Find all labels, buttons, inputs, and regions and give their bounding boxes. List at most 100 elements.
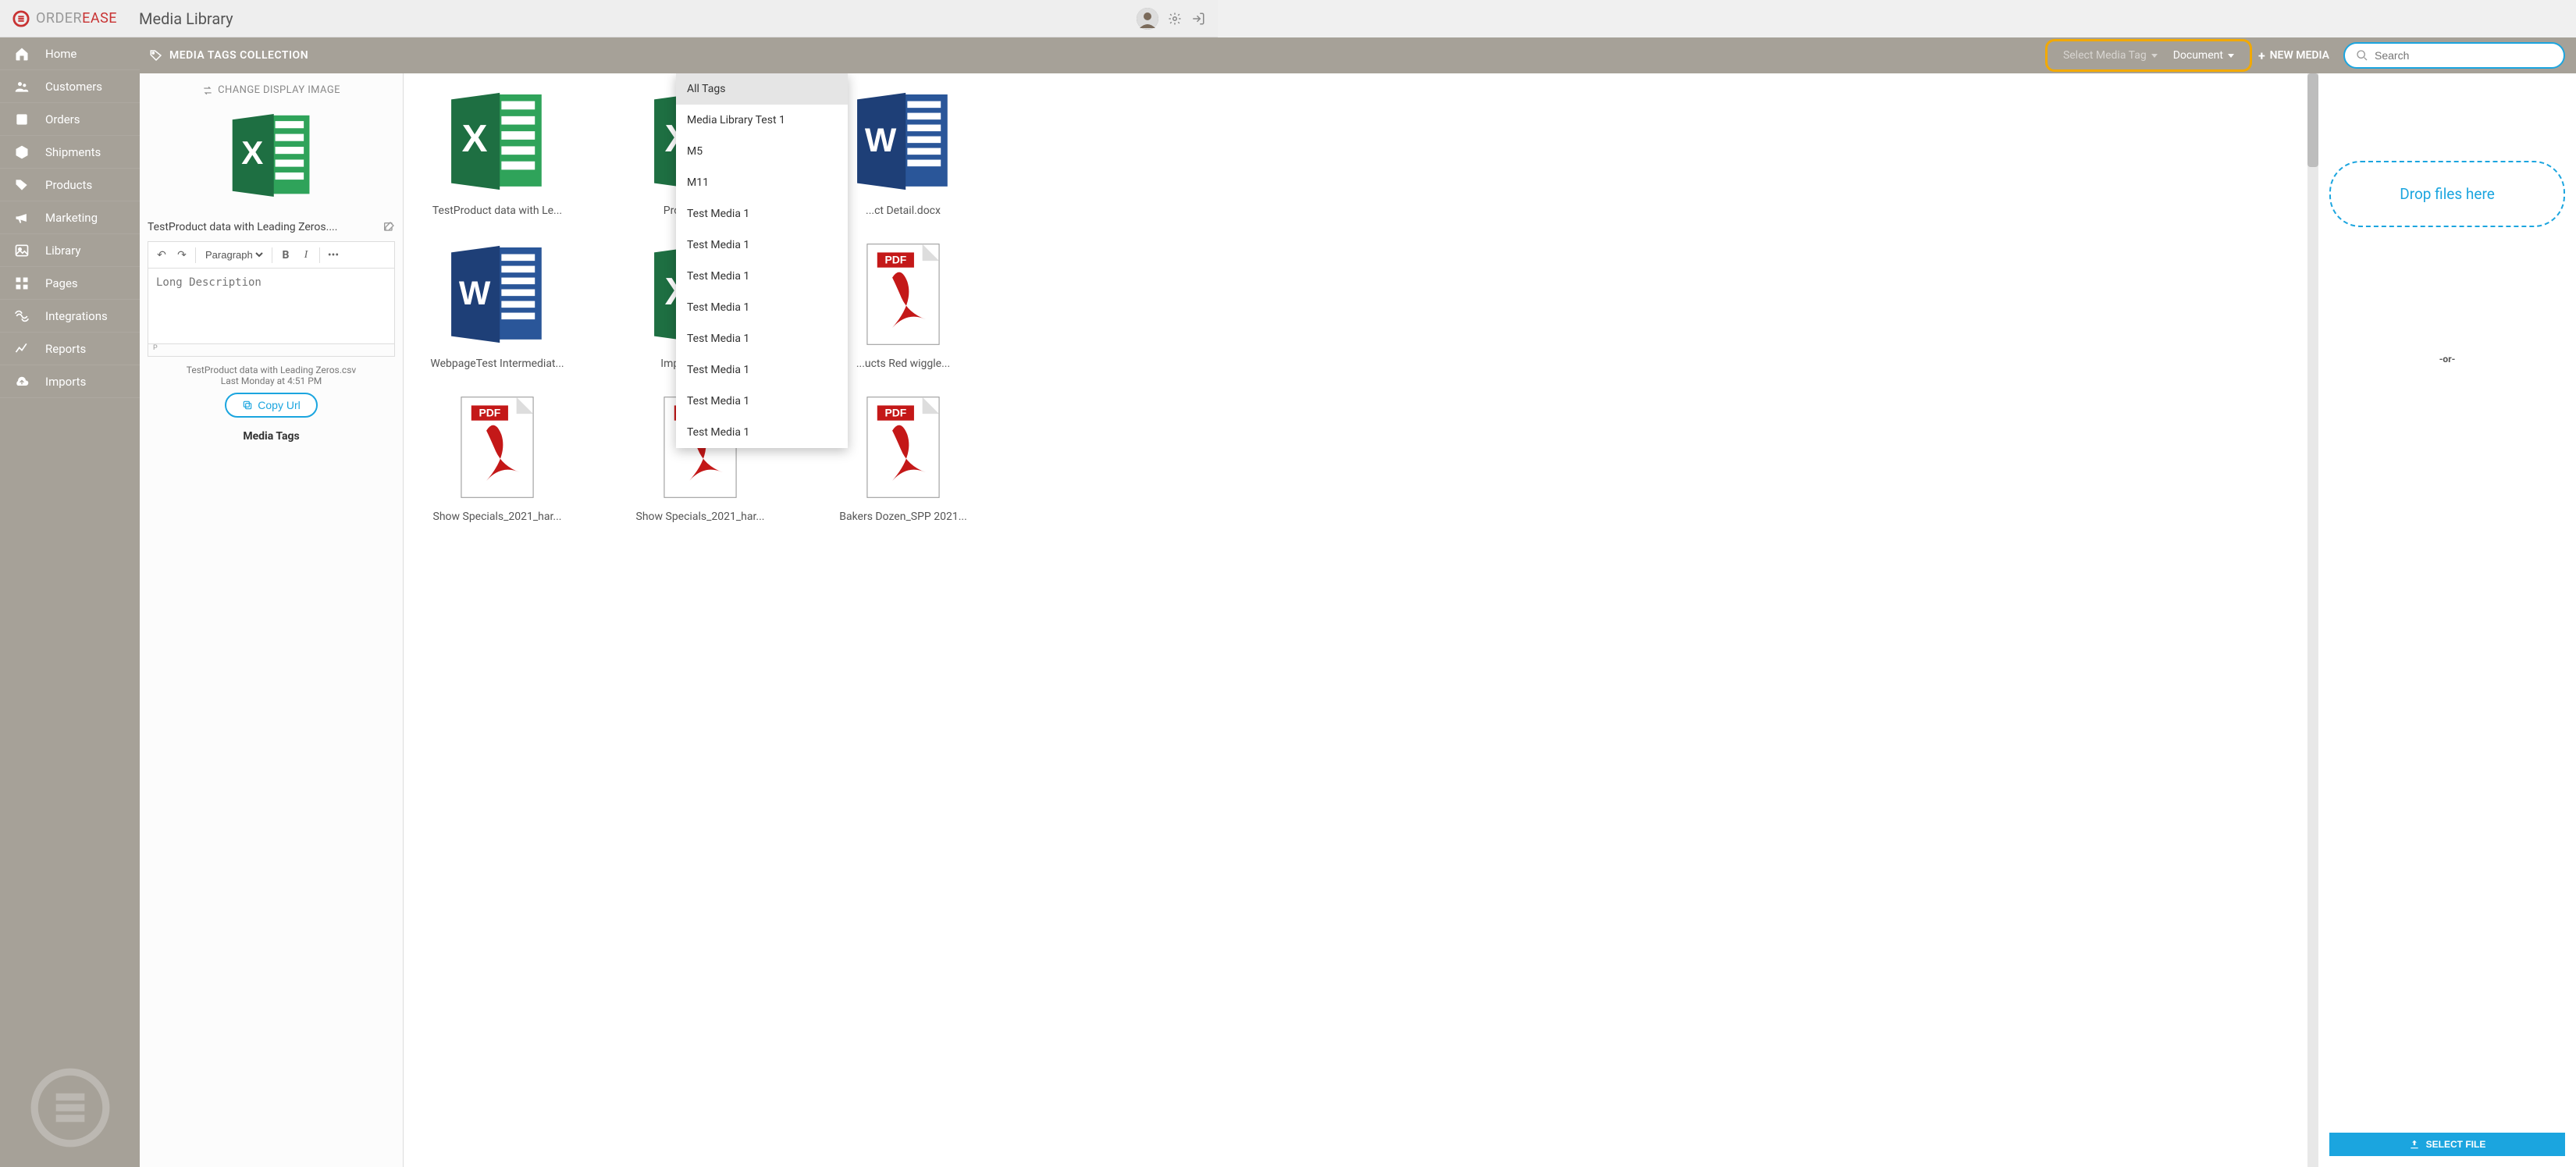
gear-icon[interactable] [1168,12,1182,26]
app-logo[interactable]: ORDEREASE [12,10,117,27]
tag-menu-item[interactable]: Test Media 1 [676,323,848,354]
select-media-tag-dropdown[interactable]: Select Media Tag [2055,46,2165,65]
search-input[interactable] [2375,49,2553,62]
file-label: ...ct Detail.docx [866,205,941,217]
select-media-tag-label: Select Media Tag [2063,49,2147,62]
sidebar-item-home[interactable]: Home [0,37,140,70]
sidebar-item-label: Library [45,244,80,258]
tag-menu-item[interactable]: Media Library Test 1 [676,105,848,136]
tag-menu-item[interactable]: Test Media 1 [676,417,848,448]
sidebar-item-shipments[interactable]: Shipments [0,136,140,169]
caret-down-icon [2228,54,2234,58]
tag-bar-icon [149,48,163,62]
editor-status-bar: P [148,344,395,357]
upload-icon [2409,1139,2420,1150]
logo-text: ORDEREASE [36,10,117,27]
signal-icon [14,308,30,324]
detail-timestamp: Last Monday at 4:51 PM [221,375,322,386]
scrollbar[interactable] [2307,73,2318,1167]
file-tile[interactable]: Show Specials_2021_har... [419,389,575,523]
sidebar-item-label: Reports [45,342,86,356]
main-content: CHANGE DISPLAY IMAGE TestProduct data wi… [140,73,2576,1167]
tag-menu-item[interactable]: Test Media 1 [676,386,848,417]
image-icon [14,243,30,258]
file-label: Bakers Dozen_SPP 2021... [839,511,967,523]
tag-menu-item[interactable]: Test Media 1 [676,198,848,229]
change-display-image-button[interactable]: CHANGE DISPLAY IMAGE [202,84,340,96]
redo-button[interactable]: ↷ [175,249,189,262]
swap-icon [202,85,213,96]
tags-bar-title: MEDIA TAGS COLLECTION [169,49,308,62]
page-title: Media Library [139,9,233,28]
copy-url-button[interactable]: Copy Url [225,393,317,418]
tag-menu-item[interactable]: Test Media 1 [676,261,848,292]
detail-filename: TestProduct data with Leading Zeros.... [148,221,376,233]
file-tile[interactable]: ...ct Detail.docx [825,83,981,217]
sidebar-item-marketing[interactable]: Marketing [0,201,140,234]
tag-menu-item[interactable]: Test Media 1 [676,354,848,386]
file-label: WebpageTest Intermediat... [430,358,564,370]
word-file-icon [845,83,962,200]
tag-menu-item[interactable]: Test Media 1 [676,292,848,323]
tag-menu-item[interactable]: M5 [676,136,848,167]
home-icon [14,46,30,62]
drop-zone[interactable]: Drop files here [2329,161,2565,227]
italic-button[interactable]: I [299,249,313,262]
file-tile[interactable]: TestProduct data with Le... [419,83,575,217]
header-right [1137,8,1205,30]
tag-menu-item[interactable]: Test Media 1 [676,229,848,261]
sidebar-item-pages[interactable]: Pages [0,267,140,300]
file-label: Show Specials_2021_har... [636,511,765,523]
sidebar-item-label: Shipments [45,145,101,159]
bold-button[interactable]: B [279,249,293,262]
users-icon [14,79,30,94]
excel-file-icon [439,83,556,200]
pdf-file-icon [845,236,962,353]
file-tile[interactable]: Bakers Dozen_SPP 2021... [825,389,981,523]
tag-icon [14,177,30,193]
rich-text-toolbar: ↶ ↷ Paragraph B I ••• [148,241,395,268]
sidebar-item-products[interactable]: Products [0,169,140,201]
document-type-dropdown[interactable]: Document [2165,46,2242,65]
sidebar-item-imports[interactable]: Imports [0,365,140,398]
sidebar-item-customers[interactable]: Customers [0,70,140,103]
orders-icon [14,112,30,127]
top-header: ORDEREASE Media Library [0,0,1218,37]
dropdown-group-highlight: Select Media Tag Document [2045,39,2252,72]
paragraph-style-select[interactable]: Paragraph [202,248,265,262]
document-type-label: Document [2173,49,2223,62]
grid-icon [14,276,30,291]
sidebar-item-reports[interactable]: Reports [0,333,140,365]
sidebar: Home Customers Orders Shipments Products… [0,37,140,1167]
chart-icon [14,341,30,357]
caret-down-icon [2151,54,2158,58]
file-tile[interactable]: ...ucts Red wiggle... [825,236,981,370]
sidebar-item-label: Home [45,47,76,61]
edit-icon[interactable] [382,221,395,233]
new-media-button[interactable]: + NEW MEDIA [2258,48,2329,63]
sidebar-item-label: Marketing [45,211,98,225]
selected-file-icon [225,105,318,205]
sidebar-item-label: Products [45,178,92,192]
sidebar-item-library[interactable]: Library [0,234,140,267]
pdf-file-icon [845,389,962,506]
tag-menu-item[interactable]: M11 [676,167,848,198]
more-options-button[interactable]: ••• [326,249,340,262]
copy-icon [242,400,253,411]
long-description-input[interactable] [148,268,395,344]
search-field[interactable] [2343,42,2565,69]
file-tile[interactable]: WebpageTest Intermediat... [419,236,575,370]
scroll-thumb[interactable] [2307,73,2318,167]
sidebar-item-orders[interactable]: Orders [0,103,140,136]
avatar[interactable] [1137,8,1158,30]
upload-panel: Drop files here -or- SELECT FILE [2318,73,2576,1167]
logout-icon[interactable] [1191,12,1205,26]
tag-menu-item[interactable]: All Tags [676,73,848,105]
word-file-icon [439,236,556,353]
select-file-button[interactable]: SELECT FILE [2329,1133,2565,1156]
sidebar-item-label: Imports [45,375,86,389]
pdf-file-icon [439,389,556,506]
sidebar-item-integrations[interactable]: Integrations [0,300,140,333]
undo-button[interactable]: ↶ [155,249,169,262]
search-icon [2356,49,2368,62]
